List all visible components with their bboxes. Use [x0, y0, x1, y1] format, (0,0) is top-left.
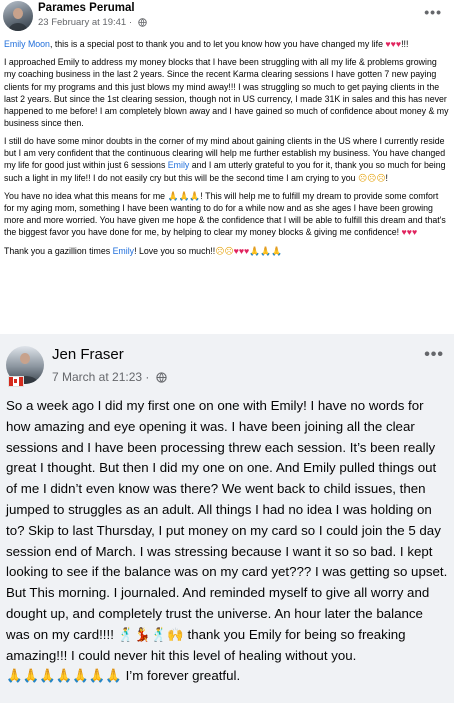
timestamp-text: 23 February at 19:41 ·	[38, 17, 132, 28]
canada-flag-icon	[8, 376, 24, 387]
post-body: Emily Moon, this is a special post to th…	[4, 38, 450, 263]
post-paragraph: 🙏🙏🙏🙏🙏🙏🙏 I’m forever greatful.	[6, 666, 450, 687]
emoji-icon: ♥♥♥	[233, 245, 250, 256]
mention-link[interactable]: Emily Moon	[4, 39, 50, 49]
emoji-icon: 🕺💃🕺🙌	[117, 626, 184, 642]
post-paragraph: I still do have some minor doubts in the…	[4, 135, 450, 183]
post-paragraph: I approached Emily to address my money b…	[4, 56, 450, 129]
post-paragraph: Thank you a gazillion times Emily! Love …	[4, 245, 450, 257]
mention-link[interactable]: Emily	[168, 160, 190, 170]
mention-link[interactable]: Emily	[113, 246, 135, 256]
post-text: So a week ago I did my first one on one …	[6, 398, 448, 642]
emoji-icon: ☹☹☹	[358, 172, 386, 183]
post-paragraph: So a week ago I did my first one on one …	[6, 396, 450, 666]
more-options-icon[interactable]: •••	[424, 4, 442, 20]
post-text: Thank you a gazillion times	[4, 245, 113, 256]
emoji-icon: 🙏🙏🙏🙏🙏🙏🙏	[6, 668, 122, 684]
post-text: !!!	[401, 39, 409, 49]
avatar-head	[20, 353, 30, 364]
emoji-icon: ♥♥♥	[385, 39, 402, 49]
post-parames-perumal: Parames Perumal 23 February at 19:41 · •…	[0, 0, 454, 334]
globe-icon	[156, 372, 167, 383]
emoji-icon: ♥♥♥	[401, 227, 418, 238]
post-text: !	[385, 172, 388, 183]
author-name[interactable]: Jen Fraser	[52, 346, 124, 363]
post-timestamp[interactable]: 7 March at 21:23 ·	[52, 370, 167, 384]
more-options-icon[interactable]: •••	[424, 346, 444, 364]
post-text: You have no idea what this means for me	[4, 190, 168, 201]
emoji-icon: 🙏🙏🙏	[249, 245, 283, 256]
emoji-icon: 🙏🙏🙏	[167, 190, 201, 201]
author-name[interactable]: Parames Perumal	[38, 2, 135, 14]
post-paragraph: You have no idea what this means for me …	[4, 190, 450, 238]
avatar-head	[13, 8, 23, 19]
avatar-shoulders	[9, 23, 27, 31]
author-avatar[interactable]	[3, 1, 33, 31]
post-jen-fraser: Jen Fraser 7 March at 21:23 · ••• So a w…	[0, 334, 454, 703]
post-paragraph: Emily Moon, this is a special post to th…	[4, 38, 450, 50]
post-text: , this is a special post to thank you an…	[49, 39, 386, 49]
post-timestamp[interactable]: 23 February at 19:41 ·	[38, 17, 147, 28]
emoji-icon: ☹☹	[215, 245, 234, 256]
post-body: So a week ago I did my first one on one …	[6, 396, 450, 687]
post-text: I’m forever greatful.	[121, 668, 241, 684]
post-text: ! Love you so much!!	[134, 245, 216, 256]
post-text: I approached Emily to address my money b…	[4, 57, 449, 128]
timestamp-text: 7 March at 21:23 ·	[52, 370, 150, 384]
globe-icon	[137, 18, 147, 27]
